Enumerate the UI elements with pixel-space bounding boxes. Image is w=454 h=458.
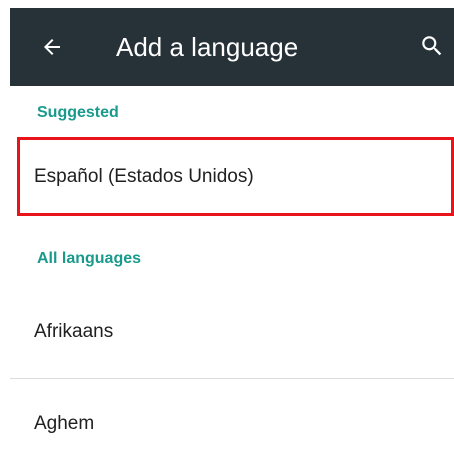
search-button[interactable] [416,30,448,62]
add-language-screen: Add a language Suggested Español (Estado… [0,0,454,458]
back-button[interactable] [36,31,68,63]
language-item-espanol-estados-unidos[interactable]: Español (Estados Unidos) [10,140,454,214]
language-item-afrikaans[interactable]: Afrikaans [10,296,454,368]
language-item-label: Aghem [34,413,95,434]
list-divider [10,378,454,379]
language-item-label: Español (Estados Unidos) [34,166,254,187]
toolbar: Add a language [10,8,454,86]
arrow-left-icon [44,39,60,55]
language-item-aghem[interactable]: Aghem [10,390,454,458]
language-item-label: Afrikaans [34,321,114,342]
section-header-suggested: Suggested [37,104,119,121]
search-icon [422,36,442,56]
page-title: Add a language [116,32,299,62]
section-header-all-languages: All languages [37,250,142,267]
